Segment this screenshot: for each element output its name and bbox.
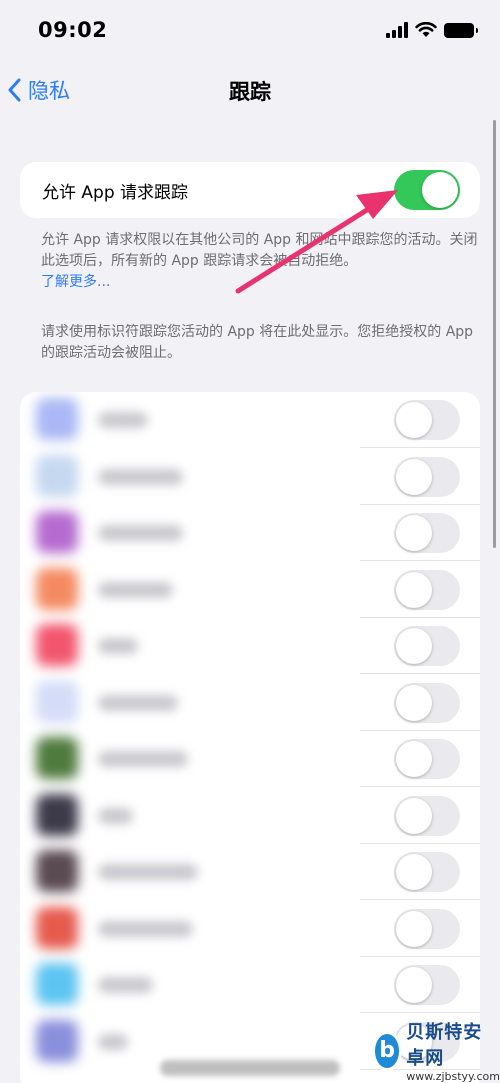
app-name-blurred xyxy=(98,977,153,993)
app-name-blurred xyxy=(98,807,133,824)
app-row xyxy=(20,957,480,1013)
allow-tracking-toggle[interactable] xyxy=(394,170,460,210)
app-icon xyxy=(36,680,78,723)
page-title: 跟踪 xyxy=(229,80,271,104)
toggle-knob xyxy=(396,515,432,551)
app-icon xyxy=(36,567,78,610)
home-indicator xyxy=(160,1060,340,1076)
tracking-description-text: 允许 App 请求权限以在其他公司的 App 和网站中跟踪您的活动。关闭此选项后… xyxy=(41,232,478,269)
app-icon xyxy=(36,454,78,497)
app-row xyxy=(20,731,480,787)
app-tracking-toggle[interactable] xyxy=(394,400,460,440)
toggle-knob xyxy=(396,910,432,947)
toggle-knob xyxy=(396,741,432,777)
status-time: 09:02 xyxy=(38,18,108,42)
app-row xyxy=(20,901,480,957)
allow-tracking-row: 允许 App 请求跟踪 xyxy=(20,162,480,218)
status-bar: 09:02 xyxy=(0,0,500,64)
toggle-knob xyxy=(396,402,432,438)
app-tracking-toggle[interactable] xyxy=(394,795,460,836)
app-row xyxy=(20,505,480,561)
nav-bar: 隐私 跟踪 xyxy=(0,64,500,116)
learn-more-link[interactable]: 了解更多... xyxy=(41,272,486,293)
app-tracking-toggle[interactable] xyxy=(394,908,460,949)
app-name-blurred xyxy=(98,525,183,541)
app-list xyxy=(20,392,480,1083)
toggle-knob xyxy=(396,684,432,721)
app-name-blurred xyxy=(98,638,138,654)
app-name-blurred xyxy=(98,751,188,767)
app-name-blurred xyxy=(98,412,148,428)
toggle-knob xyxy=(396,854,432,890)
status-icons xyxy=(386,22,478,38)
allow-tracking-label: 允许 App 请求跟踪 xyxy=(42,182,189,203)
app-row xyxy=(20,562,480,618)
toggle-knob xyxy=(396,797,432,834)
apps-description: 请求使用标识符跟踪您活动的 App 将在此处显示。您拒绝授权的 App 的跟踪活… xyxy=(41,324,474,361)
app-row xyxy=(20,392,480,448)
tracking-description: 允许 App 请求权限以在其他公司的 App 和网站中跟踪您的活动。关闭此选项后… xyxy=(41,230,486,293)
app-tracking-toggle[interactable] xyxy=(394,739,460,779)
toggle-knob xyxy=(396,458,432,495)
app-tracking-toggle[interactable] xyxy=(394,569,460,610)
app-icon xyxy=(36,850,78,892)
app-icon xyxy=(36,1019,78,1062)
app-row xyxy=(20,449,480,505)
app-icon xyxy=(36,793,78,836)
app-icon xyxy=(36,906,78,949)
app-tracking-toggle[interactable] xyxy=(394,965,460,1005)
app-name-blurred xyxy=(98,694,178,711)
watermark-name: 贝斯特安卓网 xyxy=(406,1022,483,1069)
app-tracking-toggle[interactable] xyxy=(394,456,460,497)
battery-icon xyxy=(444,22,478,38)
app-icon xyxy=(36,398,78,440)
cellular-signal-icon xyxy=(386,22,408,38)
app-tracking-toggle[interactable] xyxy=(394,513,460,553)
app-name-blurred xyxy=(98,1033,128,1050)
app-name-blurred xyxy=(98,468,183,485)
toggle-knob xyxy=(422,172,458,208)
app-icon xyxy=(36,624,78,666)
app-tracking-toggle[interactable] xyxy=(394,626,460,666)
toggle-knob xyxy=(396,967,432,1003)
toggle-knob xyxy=(396,628,432,664)
app-icon xyxy=(36,737,78,779)
watermark: b 贝斯特安卓网 www.zjbstyy.com xyxy=(372,1018,500,1083)
watermark-logo: b xyxy=(372,1030,403,1071)
app-row xyxy=(20,844,480,900)
app-icon xyxy=(36,511,78,553)
toggle-knob xyxy=(396,571,432,608)
scroll-indicator xyxy=(493,120,496,548)
app-name-blurred xyxy=(98,920,193,937)
watermark-url: www.zjbstyy.com xyxy=(406,1070,500,1083)
wifi-icon xyxy=(415,22,437,37)
app-tracking-toggle[interactable] xyxy=(394,852,460,892)
app-row xyxy=(20,788,480,844)
app-name-blurred xyxy=(98,581,173,598)
app-tracking-toggle[interactable] xyxy=(394,682,460,723)
app-row xyxy=(20,618,480,674)
app-row xyxy=(20,675,480,731)
app-name-blurred xyxy=(98,864,198,880)
app-icon xyxy=(36,963,78,1005)
